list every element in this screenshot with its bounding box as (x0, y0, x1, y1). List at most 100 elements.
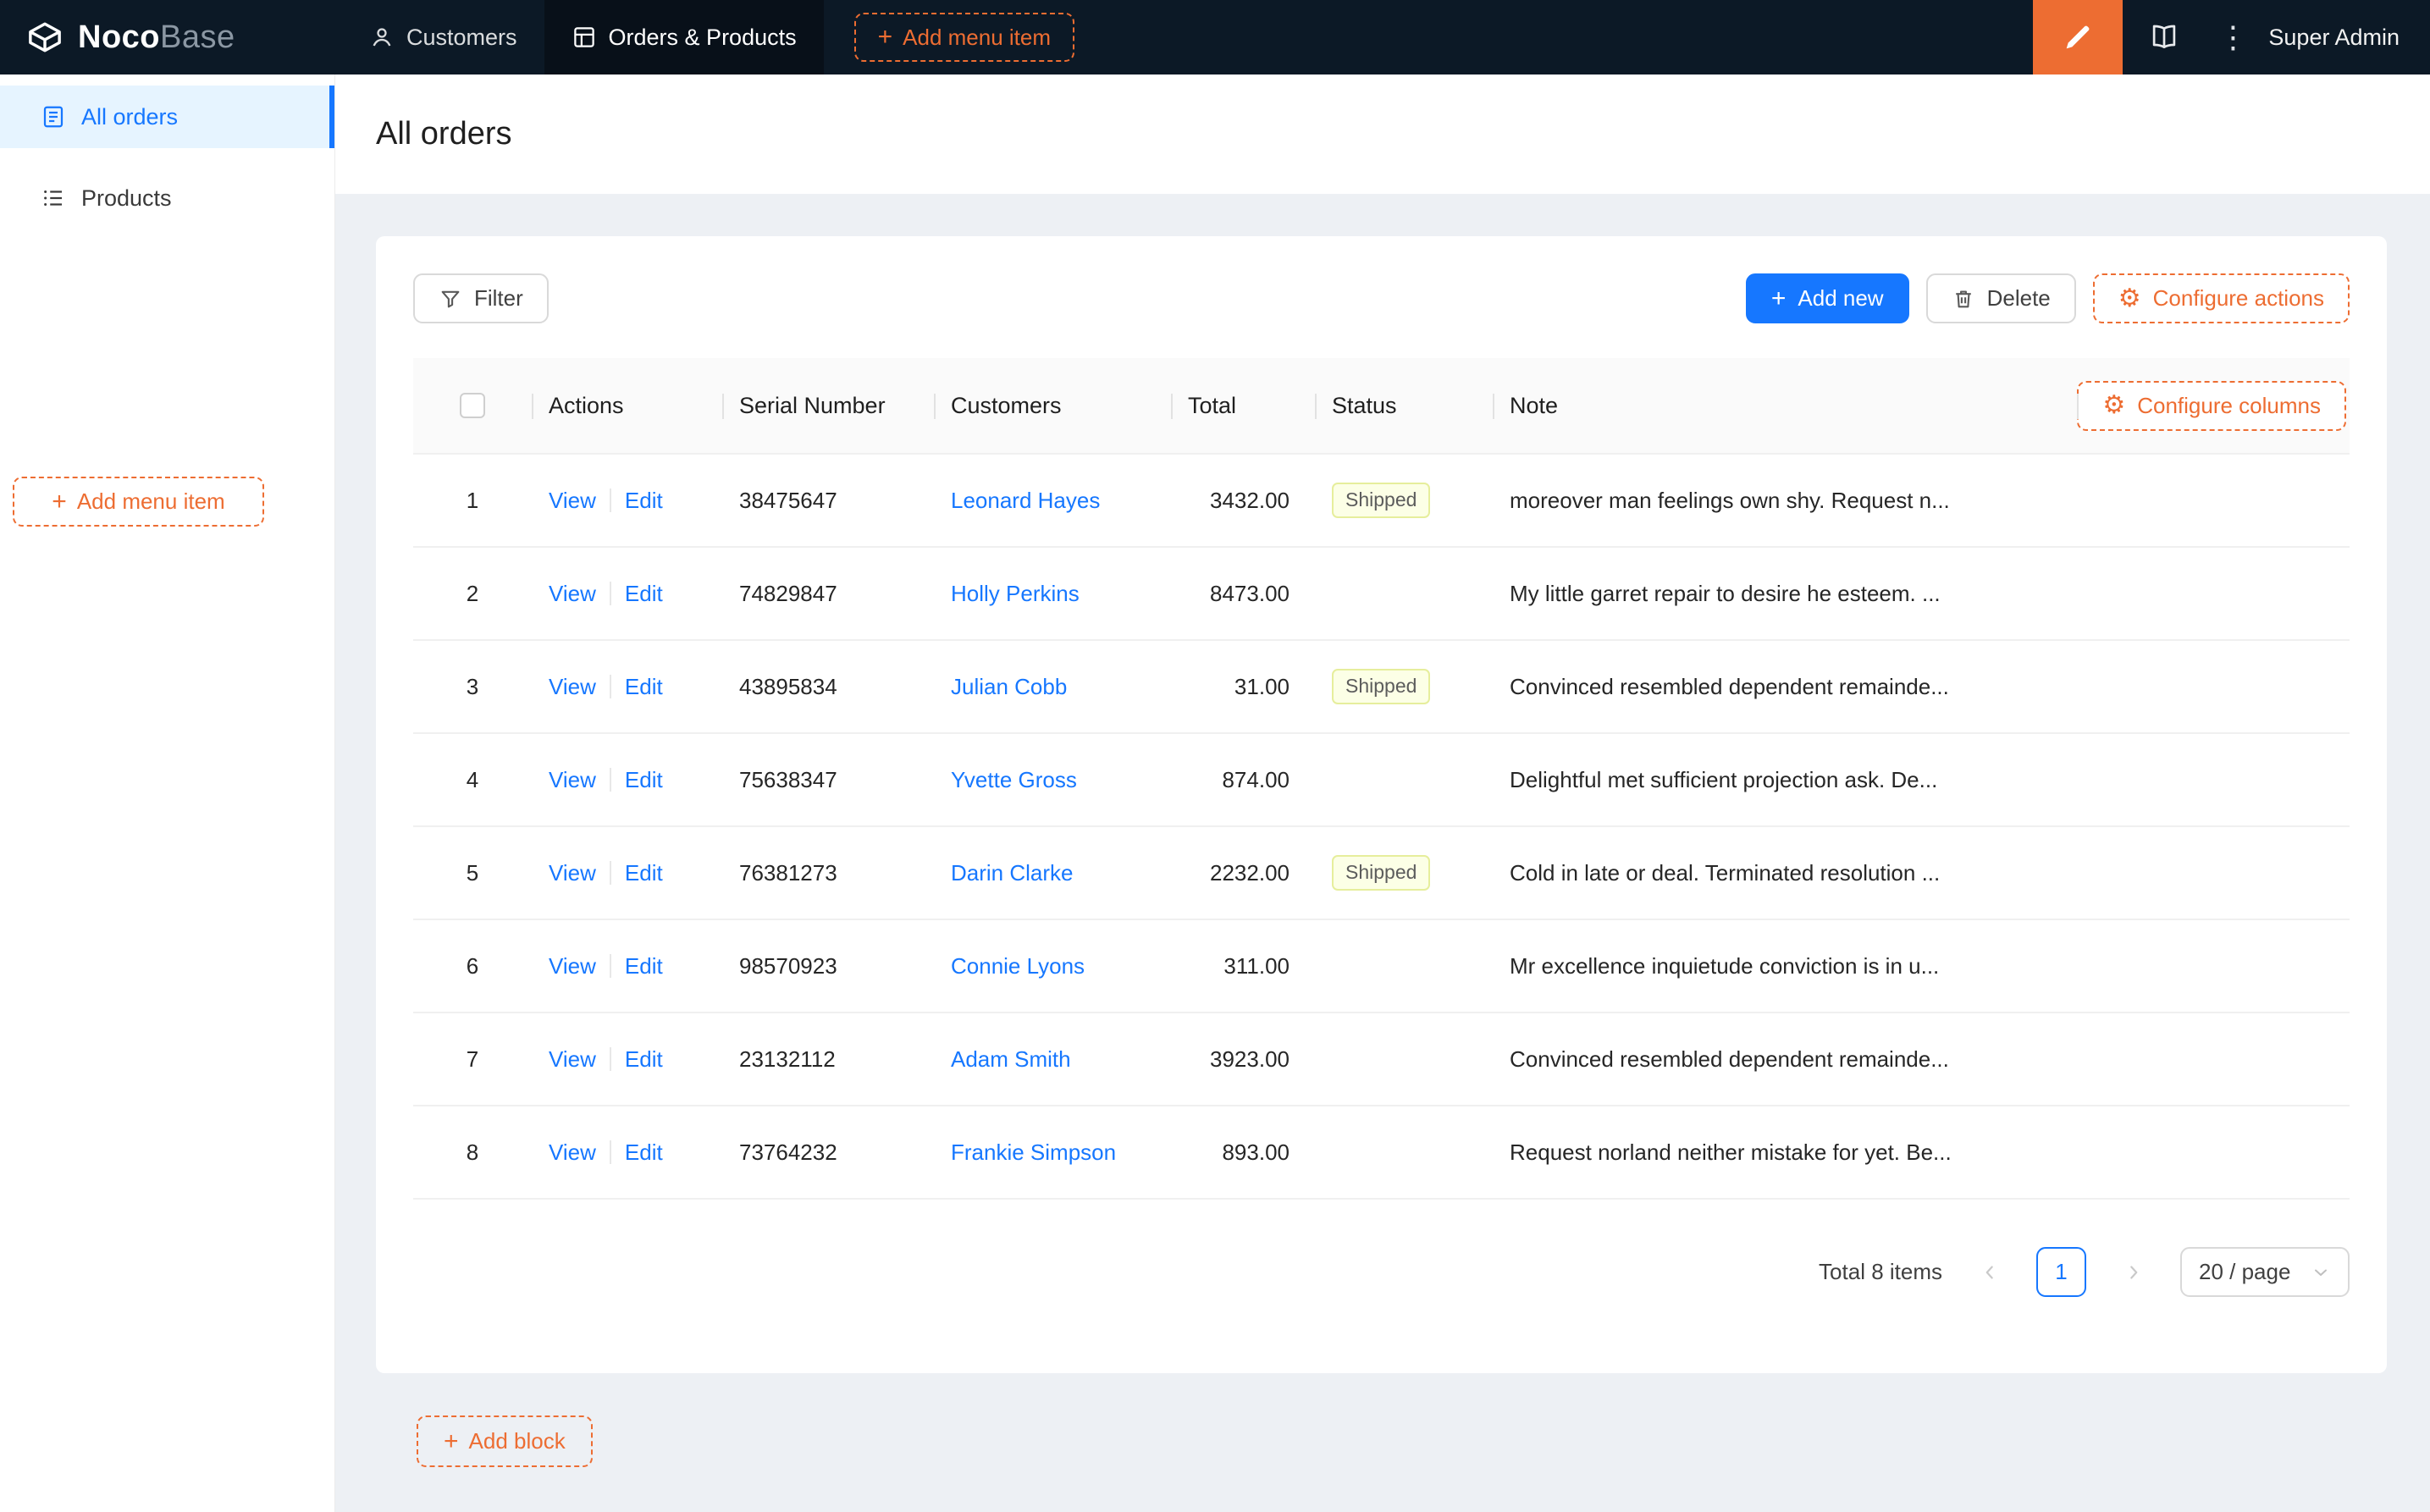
trash-icon (1952, 287, 1975, 311)
edit-link[interactable]: Edit (625, 488, 663, 514)
sidebar-add-menu-item-button[interactable]: + Add menu item (13, 477, 264, 527)
status-tag: Shipped (1332, 855, 1431, 891)
header-configure-cell: ⚙ Configure columns (2077, 358, 2350, 453)
main-area: All orders Filter + Add new Delete ⚙ Con… (335, 74, 2430, 1512)
status-cell: Shipped (1315, 669, 1493, 704)
row-actions-cell: View Edit (532, 860, 722, 886)
filter-funnel-icon (439, 287, 462, 311)
edit-link[interactable]: Edit (625, 674, 663, 700)
filter-button-label: Filter (474, 285, 523, 311)
form-icon (572, 25, 597, 50)
nav-item-customers[interactable]: Customers (342, 0, 544, 74)
customer-cell: Julian Cobb (934, 674, 1171, 700)
row-actions-cell: View Edit (532, 488, 722, 514)
row-actions-cell: View Edit (532, 767, 722, 793)
note-cell: My little garret repair to desire he est… (1510, 580, 1941, 606)
sidebar-item-products[interactable]: Products (0, 167, 334, 229)
row-index: 5 (466, 859, 479, 886)
logo-text-light: Base (160, 19, 235, 55)
configure-actions-button[interactable]: ⚙ Configure actions (2092, 273, 2350, 323)
note-cell: Convinced resembled dependent remainde..… (1510, 673, 1949, 699)
select-all-checkbox[interactable] (460, 393, 485, 418)
page-size-select[interactable]: 20 / page (2180, 1247, 2350, 1297)
table-row: 6 View Edit 98570923 Connie Lyons 311.00 … (413, 920, 2350, 1013)
pagination-next-button[interactable] (2108, 1247, 2158, 1297)
total-cell: 893.00 (1222, 1139, 1290, 1165)
row-index: 7 (466, 1046, 479, 1072)
nav-add-menu-item-label: Add menu item (903, 24, 1052, 50)
customer-link[interactable]: Darin Clarke (951, 860, 1074, 886)
list-icon (41, 185, 66, 211)
add-block-button[interactable]: + Add block (417, 1415, 593, 1467)
view-link[interactable]: View (549, 860, 596, 886)
chevron-right-icon (2123, 1261, 2145, 1283)
edit-link[interactable]: Edit (625, 581, 663, 607)
customer-link[interactable]: Yvette Gross (951, 767, 1077, 793)
status-cell: Shipped (1315, 855, 1493, 891)
total-cell: 3432.00 (1210, 487, 1290, 513)
add-new-button[interactable]: + Add new (1745, 273, 1909, 323)
nav-add-menu-item-button[interactable]: + Add menu item (853, 13, 1075, 62)
delete-button[interactable]: Delete (1925, 273, 2076, 323)
gear-icon: ⚙ (2118, 284, 2141, 312)
customer-link[interactable]: Adam Smith (951, 1046, 1071, 1073)
pagination-prev-button[interactable] (1964, 1247, 2014, 1297)
view-link[interactable]: View (549, 488, 596, 514)
docs-button[interactable] (2123, 0, 2206, 74)
edit-link[interactable]: Edit (625, 953, 663, 979)
serial-number-cell: 73764232 (739, 1139, 837, 1165)
add-block-label: Add block (468, 1428, 566, 1454)
nocobase-logo: NocoBase (0, 19, 335, 56)
serial-number-cell: 74829847 (739, 580, 837, 606)
edit-link[interactable]: Edit (625, 1046, 663, 1073)
page-size-value: 20 / page (2199, 1259, 2291, 1284)
pagination-page-1[interactable]: 1 (2036, 1247, 2086, 1297)
row-actions-cell: View Edit (532, 581, 722, 607)
nav-item-orders-products[interactable]: Orders & Products (544, 0, 824, 74)
sidebar-item-all-orders[interactable]: All orders (0, 86, 334, 148)
edit-link[interactable]: Edit (625, 860, 663, 886)
configure-columns-button[interactable]: ⚙ Configure columns (2077, 380, 2346, 431)
highlighter-pen-icon (2061, 20, 2095, 54)
view-link[interactable]: View (549, 767, 596, 793)
row-actions-cell: View Edit (532, 953, 722, 979)
serial-number-cell: 98570923 (739, 952, 837, 979)
note-cell: Request norland neither mistake for yet.… (1510, 1139, 1952, 1165)
customer-link[interactable]: Holly Perkins (951, 581, 1080, 607)
view-link[interactable]: View (549, 953, 596, 979)
row-actions-cell: View Edit (532, 1140, 722, 1166)
customer-link[interactable]: Connie Lyons (951, 953, 1085, 979)
note-cell: Cold in late or deal. Terminated resolut… (1510, 859, 1941, 886)
header-serial-number: Serial Number (722, 358, 934, 453)
nav-item-label: Customers (406, 24, 517, 50)
filter-button[interactable]: Filter (413, 273, 549, 323)
view-link[interactable]: View (549, 1046, 596, 1073)
user-menu[interactable]: Super Admin (2260, 25, 2430, 51)
more-menu-button[interactable]: ⋮ (2206, 0, 2260, 74)
total-cell: 31.00 (1234, 673, 1290, 699)
edit-link[interactable]: Edit (625, 1140, 663, 1166)
action-divider (609, 861, 611, 885)
ui-editor-button[interactable] (2033, 0, 2123, 74)
header-note: Note (1493, 358, 2077, 453)
table-row: 4 View Edit 75638347 Yvette Gross 874.00 … (413, 734, 2350, 827)
serial-number-cell: 76381273 (739, 859, 837, 886)
customer-link[interactable]: Julian Cobb (951, 674, 1067, 700)
table-row: 7 View Edit 23132112 Adam Smith 3923.00 C… (413, 1013, 2350, 1106)
header-actions: Actions (532, 358, 722, 453)
customer-cell: Frankie Simpson (934, 1140, 1171, 1166)
total-cell: 8473.00 (1210, 580, 1290, 606)
orders-form-icon (41, 104, 66, 130)
serial-number-cell: 23132112 (739, 1046, 836, 1072)
view-link[interactable]: View (549, 1140, 596, 1166)
customer-link[interactable]: Leonard Hayes (951, 488, 1100, 514)
edit-link[interactable]: Edit (625, 767, 663, 793)
customer-link[interactable]: Frankie Simpson (951, 1140, 1116, 1166)
view-link[interactable]: View (549, 674, 596, 700)
configure-actions-label: Configure actions (2152, 285, 2324, 311)
chevron-left-icon (1979, 1261, 2001, 1283)
action-divider (609, 488, 611, 512)
sidebar-item-label: Products (81, 185, 172, 211)
total-cell: 874.00 (1222, 766, 1290, 792)
view-link[interactable]: View (549, 581, 596, 607)
